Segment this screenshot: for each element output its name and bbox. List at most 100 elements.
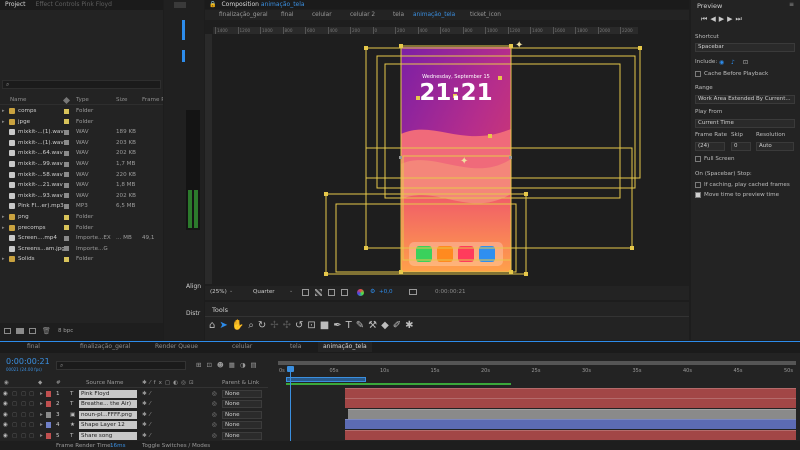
zoom-tool-icon[interactable]: ⌕ xyxy=(248,320,258,331)
list-item[interactable]: mixkit-...58.wav WAV 220 KB xyxy=(0,170,163,180)
playhead[interactable] xyxy=(290,366,291,446)
toggle-switches-modes[interactable]: Toggle Switches / Modes xyxy=(142,441,210,450)
layer-label-color[interactable] xyxy=(46,411,51,418)
tab-project[interactable]: Project xyxy=(0,0,31,10)
timeline-tab[interactable]: Render Queue xyxy=(150,342,203,352)
frame-blending-icon[interactable]: ▦ xyxy=(229,361,240,369)
layer-source-name[interactable]: noun-pl...FFFF.png xyxy=(79,410,137,419)
timeline-tracks[interactable]: 0s 05s 10s 15s 20s 25s 30s 35s 40s 45s 50s xyxy=(278,356,796,448)
lock-toggle-icon[interactable]: ▢ xyxy=(29,431,34,441)
expand-arrow-icon[interactable]: ▸ xyxy=(40,410,43,420)
interpret-footage-icon[interactable] xyxy=(4,328,11,334)
label-color-swatch[interactable] xyxy=(64,182,69,188)
breadcrumb-final[interactable]: final xyxy=(281,10,294,20)
clone-stamp-tool-icon[interactable]: ⚒ xyxy=(368,320,381,331)
project-search-input[interactable]: ⌕ xyxy=(2,80,161,89)
list-item[interactable]: Screens...am.jpg Importe...G xyxy=(0,244,163,254)
parent-select[interactable]: None xyxy=(222,421,262,430)
rectangle-tool-icon[interactable]: ■ xyxy=(320,320,333,331)
list-item[interactable]: mixkit-...21.wav WAV 1,8 MB xyxy=(0,180,163,190)
col-name[interactable]: Name xyxy=(10,95,27,105)
delete-icon[interactable]: 🗑 xyxy=(42,327,51,335)
table-row[interactable]: ◉ ▢ ▢ ▢ ▸ 2 T Breathe... the Air) ✱⁄ ◎ None xyxy=(0,399,268,409)
side-scrollbar-2[interactable] xyxy=(182,50,185,62)
solo-icon[interactable]: ▢ xyxy=(21,420,26,430)
composition-canvas[interactable]: ✦ ✦ xyxy=(213,34,645,284)
expand-arrow-icon[interactable]: ▸ xyxy=(40,420,43,430)
layer-label-color[interactable] xyxy=(46,432,51,439)
table-row[interactable]: ◉ ▢ ▢ ▢ ▸ 4 ★ Shape Layer 12 ✱⁄ ◎ None xyxy=(0,420,268,430)
rotate-tool-icon[interactable]: ↻ xyxy=(258,320,270,331)
list-item[interactable]: Pink Fl...er).mp3 MP3 6,5 MB xyxy=(0,201,163,211)
comp-flowchart-icon[interactable]: ⊞ xyxy=(196,361,206,369)
time-ruler[interactable]: 0s 05s 10s 15s 20s 25s 30s 35s 40s 45s 50s xyxy=(278,368,796,377)
list-item[interactable]: ▸ Solids Folder xyxy=(0,254,163,264)
col-source-name[interactable]: Source Name xyxy=(86,378,124,388)
label-color-swatch[interactable] xyxy=(64,161,69,167)
breadcrumb-finalizacao[interactable]: finalização_geral xyxy=(219,10,268,20)
eye-icon[interactable]: ◉ xyxy=(3,410,8,420)
pickwhip-icon[interactable]: ◎ xyxy=(212,399,217,409)
solo-icon[interactable]: ▢ xyxy=(21,399,26,409)
lock-toggle-icon[interactable]: ▢ xyxy=(29,410,34,420)
timeline-timecode[interactable]: 0:00:00:21 xyxy=(6,357,50,366)
label-color-swatch[interactable] xyxy=(64,108,69,114)
lock-toggle-icon[interactable]: ▢ xyxy=(29,389,34,399)
eye-icon[interactable]: ◉ xyxy=(3,420,8,430)
list-item[interactable]: mixkit-...93.wav WAV 202 KB xyxy=(0,191,163,201)
label-color-swatch[interactable] xyxy=(64,225,69,231)
layer-switches[interactable]: ✱⁄ xyxy=(142,410,154,420)
layer-label-color[interactable] xyxy=(46,401,51,408)
layer-track-bar[interactable] xyxy=(345,388,796,398)
parent-select[interactable]: None xyxy=(222,390,262,398)
label-color-swatch[interactable] xyxy=(64,150,69,156)
exposure-icon[interactable]: ⚙ xyxy=(370,288,375,295)
pen-tool-icon[interactable]: ✒ xyxy=(333,320,345,331)
preview-menu-icon[interactable]: ≡ xyxy=(789,1,794,8)
tab-effect-controls[interactable]: Effect Controls Pink Floyd xyxy=(31,0,117,10)
side-tab-icon[interactable] xyxy=(174,2,186,8)
bpc-label[interactable]: 8 bpc xyxy=(58,328,73,334)
work-area-bar[interactable] xyxy=(286,377,366,382)
label-color-swatch[interactable] xyxy=(64,214,69,220)
playhead-handle[interactable] xyxy=(287,366,294,372)
new-folder-icon[interactable] xyxy=(16,328,24,334)
play-from-select[interactable]: Current Time xyxy=(695,119,795,128)
guides-icon[interactable] xyxy=(341,289,348,296)
layer-switches[interactable]: ✱⁄ xyxy=(142,431,154,441)
include-video-icon[interactable]: ◉ xyxy=(719,59,724,66)
comp-timecode[interactable]: 0:00:00:21 xyxy=(435,289,466,295)
label-color-swatch[interactable] xyxy=(64,119,69,125)
layer-track-bar[interactable] xyxy=(345,398,796,409)
play-icon[interactable]: ▶ xyxy=(719,15,727,23)
transparency-grid-icon[interactable] xyxy=(315,289,322,296)
expand-arrow-icon[interactable]: ▸ xyxy=(2,254,5,264)
list-item[interactable]: mixkit-...99.wav WAV 1,7 MB xyxy=(0,159,163,169)
shortcut-select[interactable]: Spacebar xyxy=(695,43,795,52)
label-color-swatch[interactable] xyxy=(64,235,69,241)
list-item[interactable]: ▸ png Folder xyxy=(0,212,163,222)
type-tool-icon[interactable]: T xyxy=(346,320,356,331)
side-scrollbar[interactable] xyxy=(182,20,185,40)
timeline-tab[interactable]: tela xyxy=(285,342,306,352)
home-icon[interactable]: ⌂ xyxy=(209,320,219,331)
table-row[interactable]: ◉ ▢ ▢ ▢ ▸ 5 T Share song ✱⁄ ◎ None xyxy=(0,431,268,441)
col-parent-link[interactable]: Parent & Link xyxy=(222,378,259,388)
include-audio-icon[interactable]: ♪ xyxy=(731,59,735,66)
list-item[interactable]: mixkit-...(1).wav WAV 189 KB xyxy=(0,127,163,137)
eraser-tool-icon[interactable]: ◆ xyxy=(381,320,393,331)
col-size[interactable]: Size xyxy=(116,95,127,105)
list-item[interactable]: ▸ jpge Folder xyxy=(0,117,163,127)
pickwhip-icon[interactable]: ◎ xyxy=(212,389,217,399)
range-select[interactable]: Work Area Extended By Current... xyxy=(695,95,795,104)
color-management-icon[interactable] xyxy=(357,289,364,296)
navigator-bar[interactable] xyxy=(278,361,796,365)
layer-switches[interactable]: ✱⁄ xyxy=(142,389,154,399)
selection-tool-icon[interactable]: ➤ xyxy=(219,320,231,331)
graph-editor-icon[interactable]: ▤ xyxy=(251,361,262,369)
solo-icon[interactable]: ▢ xyxy=(21,431,26,441)
col-type[interactable]: Type xyxy=(76,95,89,105)
expand-arrow-icon[interactable]: ▸ xyxy=(2,223,5,233)
timeline-tab[interactable]: finalização_geral xyxy=(75,342,135,352)
last-frame-icon[interactable]: ⏭ xyxy=(735,15,744,23)
